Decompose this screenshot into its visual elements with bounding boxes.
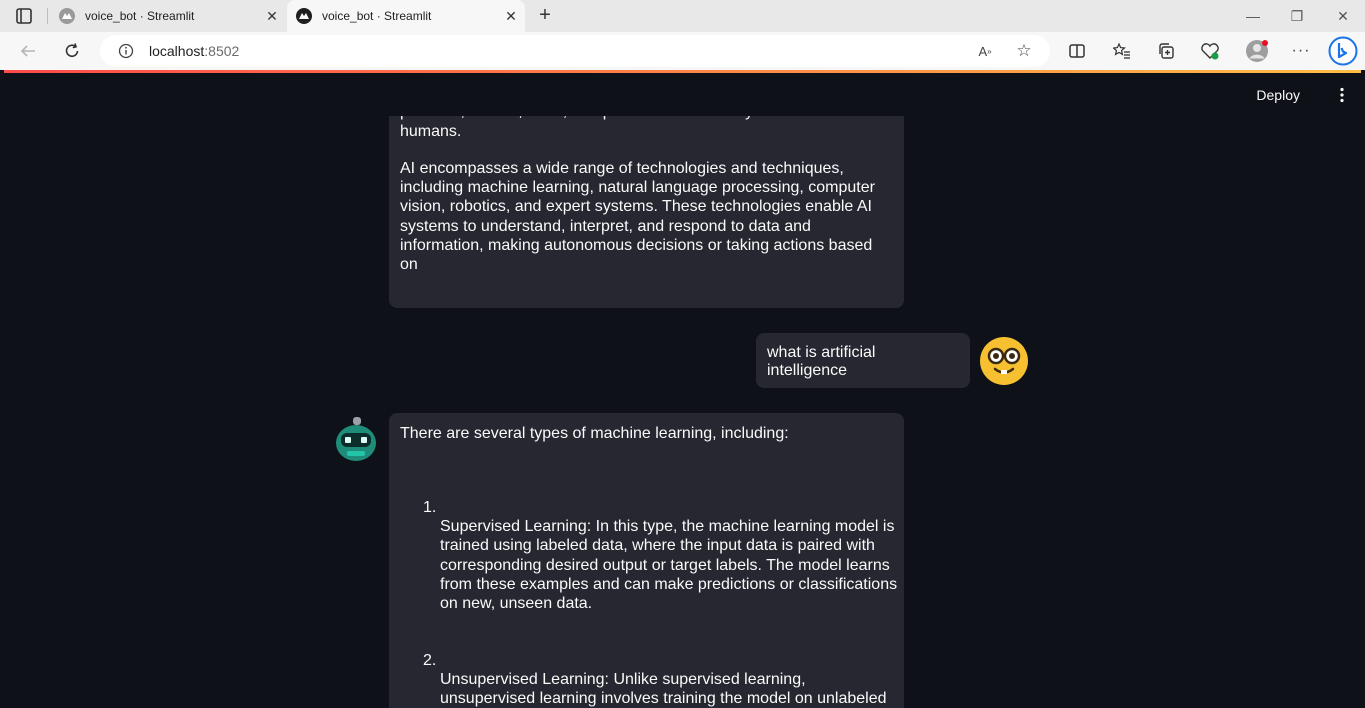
more-options-icon[interactable]: ··· [1291,41,1311,61]
browser-toolbar: localhost:8502 A» ☆ ··· [0,32,1365,70]
list-number: 2. [423,652,437,669]
profile-avatar-icon[interactable] [1245,39,1269,63]
browser-tab-strip: voice_bot · Streamlit ✕ voice_bot · Stre… [0,0,1365,32]
address-bar[interactable]: localhost:8502 A» ☆ [100,35,1050,67]
collections-icon[interactable] [1156,41,1176,61]
tab-title: voice_bot · Streamlit [322,9,432,23]
favorites-icon[interactable] [1112,41,1132,61]
nerd-face-avatar-icon [980,337,1028,385]
tab-separator [47,8,48,24]
refresh-icon[interactable] [62,41,82,61]
tab-title: voice_bot · Streamlit [85,9,195,23]
copilot-icon[interactable] [1328,36,1358,66]
restore-icon[interactable]: ❐ [1287,6,1307,26]
list-item-text: Supervised Learning: In this type, the m… [440,518,898,613]
list-number: 1. [423,499,437,516]
split-screen-icon[interactable] [1067,41,1087,61]
message-paragraph: AI encompasses a wide range of technolog… [400,159,875,274]
robot-avatar-icon [336,417,376,461]
assistant-message: human intelligence. It involves creating… [389,84,904,308]
deploy-button[interactable]: Deploy [1256,87,1300,103]
tab-actions-icon[interactable] [15,7,33,25]
message-intro: There are several types of machine learn… [400,425,789,442]
browser-tab-1[interactable]: voice_bot · Streamlit ✕ [50,0,286,32]
user-message-text: what is artificial intelligence [767,344,876,379]
tab-close-icon[interactable]: ✕ [264,8,280,25]
streamlit-favicon-icon [296,8,312,24]
main-menu-icon[interactable] [1339,87,1345,103]
back-icon[interactable] [18,41,38,61]
streamlit-app: human intelligence. It involves creating… [4,73,1361,708]
header-bar: Deploy [4,73,1361,116]
favorite-star-icon[interactable]: ☆ [1014,41,1034,61]
streamlit-favicon-icon [59,8,75,24]
tab-close-icon[interactable]: ✕ [503,8,519,25]
site-info-icon[interactable] [118,43,134,59]
close-window-icon[interactable]: ✕ [1333,6,1353,26]
list-item-text: Unsupervised Learning: Unlike supervised… [440,671,887,708]
browser-tab-2[interactable]: voice_bot · Streamlit ✕ [287,0,525,32]
read-aloud-icon[interactable]: A» [975,41,995,61]
assistant-message: There are several types of machine learn… [389,413,904,708]
minimize-icon[interactable]: — [1243,6,1263,26]
new-tab-icon[interactable]: + [535,5,555,25]
url-text: localhost:8502 [149,43,240,59]
browser-essentials-icon[interactable] [1200,41,1220,61]
user-message: what is artificial intelligence [756,333,970,388]
